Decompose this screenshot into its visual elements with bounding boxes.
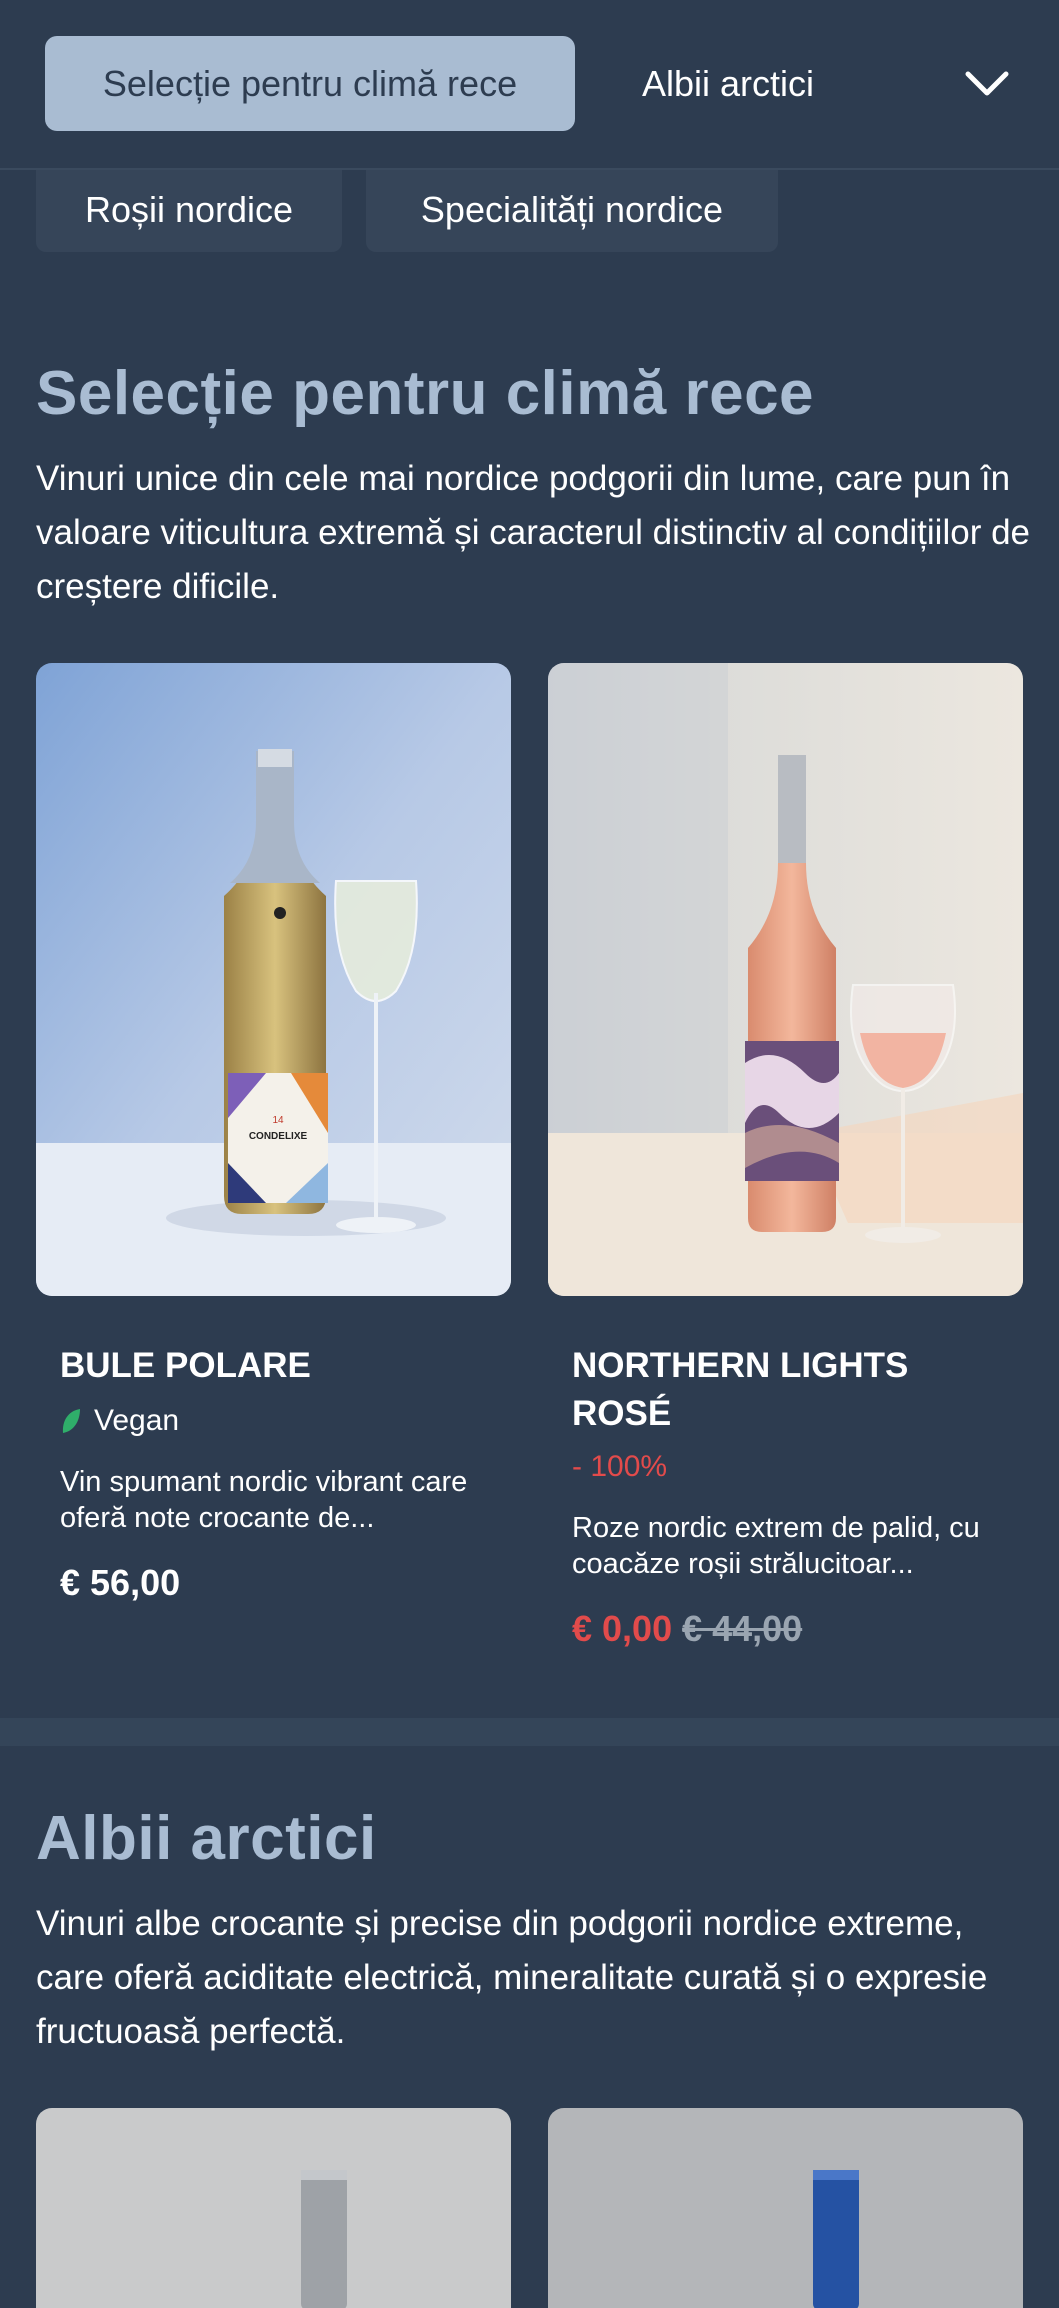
- leaf-icon: [62, 1409, 80, 1433]
- product-price: € 56,00: [60, 1562, 181, 1603]
- section-divider: [0, 1718, 1059, 1746]
- category-nav: Selecție pentru climă rece Albii arctici: [0, 0, 1059, 170]
- product-image-bule-polare[interactable]: 14 CONDELIXE: [36, 663, 511, 1296]
- tab-cold-climate[interactable]: Selecție pentru climă rece: [45, 36, 575, 131]
- tab-arctic-whites[interactable]: Albii arctici: [642, 36, 814, 131]
- product-price: € 0,00 € 44,00: [572, 1608, 992, 1650]
- bottle-label-number: 14: [272, 1115, 284, 1126]
- vegan-label: Vegan: [94, 1404, 180, 1437]
- section-title: Selecție pentru climă rece: [36, 359, 815, 428]
- section-description: Vinuri unice din cele mai nordice podgor…: [36, 459, 1031, 606]
- sale-price: € 0,00: [572, 1608, 673, 1649]
- section-description: Vinuri albe crocante și precise din podg…: [36, 1904, 988, 2051]
- section-title: Albii arctici: [36, 1804, 377, 1873]
- product-card-northern-lights-rose[interactable]: NORTHERN LIGHTS ROSÉ - 100% Roze nordic …: [572, 1342, 992, 1650]
- product-card-bule-polare[interactable]: BULE POLARE Vegan Vin spumant nordic vib…: [60, 1342, 480, 1604]
- product-name[interactable]: NORTHERN LIGHTS ROSÉ: [572, 1342, 992, 1438]
- discount-badge: - 100%: [572, 1450, 668, 1483]
- product-image-northern-lights-rose[interactable]: [548, 663, 1023, 1296]
- product-description: Roze nordic extrem de palid, cu coacăze …: [572, 1512, 980, 1580]
- product-image[interactable]: [548, 2108, 1023, 2308]
- chip-nordic-reds[interactable]: Roșii nordice: [36, 168, 342, 252]
- product-image[interactable]: [36, 2108, 511, 2308]
- bottle-label-brand: CONDELIXE: [249, 1131, 308, 1142]
- product-name[interactable]: BULE POLARE: [60, 1342, 480, 1390]
- chevron-down-icon[interactable]: [960, 60, 1014, 106]
- vegan-badge: Vegan: [60, 1404, 480, 1438]
- product-description: Vin spumant nordic vibrant care oferă no…: [60, 1466, 468, 1534]
- old-price: € 44,00: [682, 1608, 803, 1649]
- chip-nordic-specialties[interactable]: Specialități nordice: [366, 168, 778, 252]
